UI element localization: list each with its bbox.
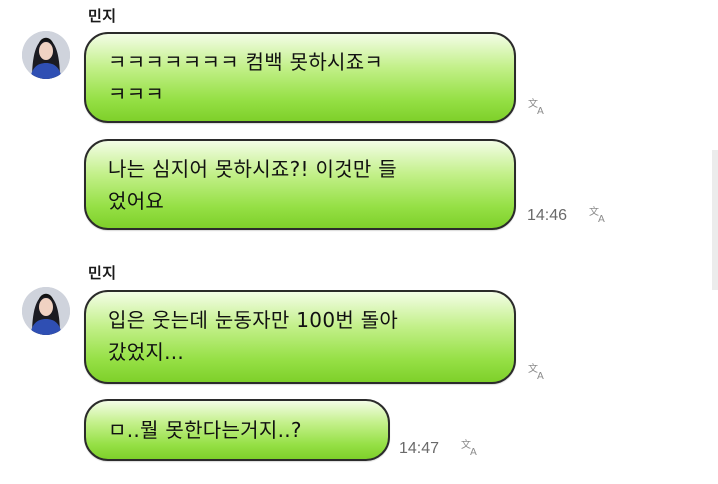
sender-name: 민지 bbox=[88, 264, 117, 282]
sender-name: 민지 bbox=[88, 7, 117, 25]
message-bubble[interactable]: 나는 심지어 못하시죠?! 이것만 들 었어요 bbox=[84, 139, 516, 230]
avatar[interactable] bbox=[22, 31, 70, 79]
svg-text:A: A bbox=[470, 447, 477, 456]
translate-icon[interactable]: 文 A bbox=[528, 97, 550, 115]
svg-text:A: A bbox=[537, 106, 544, 115]
message-bubble[interactable]: 입은 웃는데 눈동자만 100번 돌아 갔었지... bbox=[84, 290, 516, 384]
svg-text:A: A bbox=[598, 214, 605, 223]
message-time: 14:46 bbox=[527, 207, 568, 224]
translate-icon[interactable]: 文 A bbox=[528, 362, 550, 380]
translate-icon[interactable]: 文 A bbox=[589, 205, 611, 223]
translate-icon[interactable]: 文 A bbox=[461, 438, 483, 456]
scrollbar-edge[interactable] bbox=[712, 150, 718, 290]
svg-text:A: A bbox=[537, 371, 544, 380]
message-bubble[interactable]: ㅋㅋㅋㅋㅋㅋㅋ 컴백 못하시죠ㅋ ㅋㅋㅋ bbox=[84, 32, 516, 123]
message-bubble[interactable]: ㅁ..뭘 못한다는거지..? bbox=[84, 399, 390, 461]
avatar[interactable] bbox=[22, 287, 70, 335]
message-time: 14:47 bbox=[399, 440, 440, 457]
